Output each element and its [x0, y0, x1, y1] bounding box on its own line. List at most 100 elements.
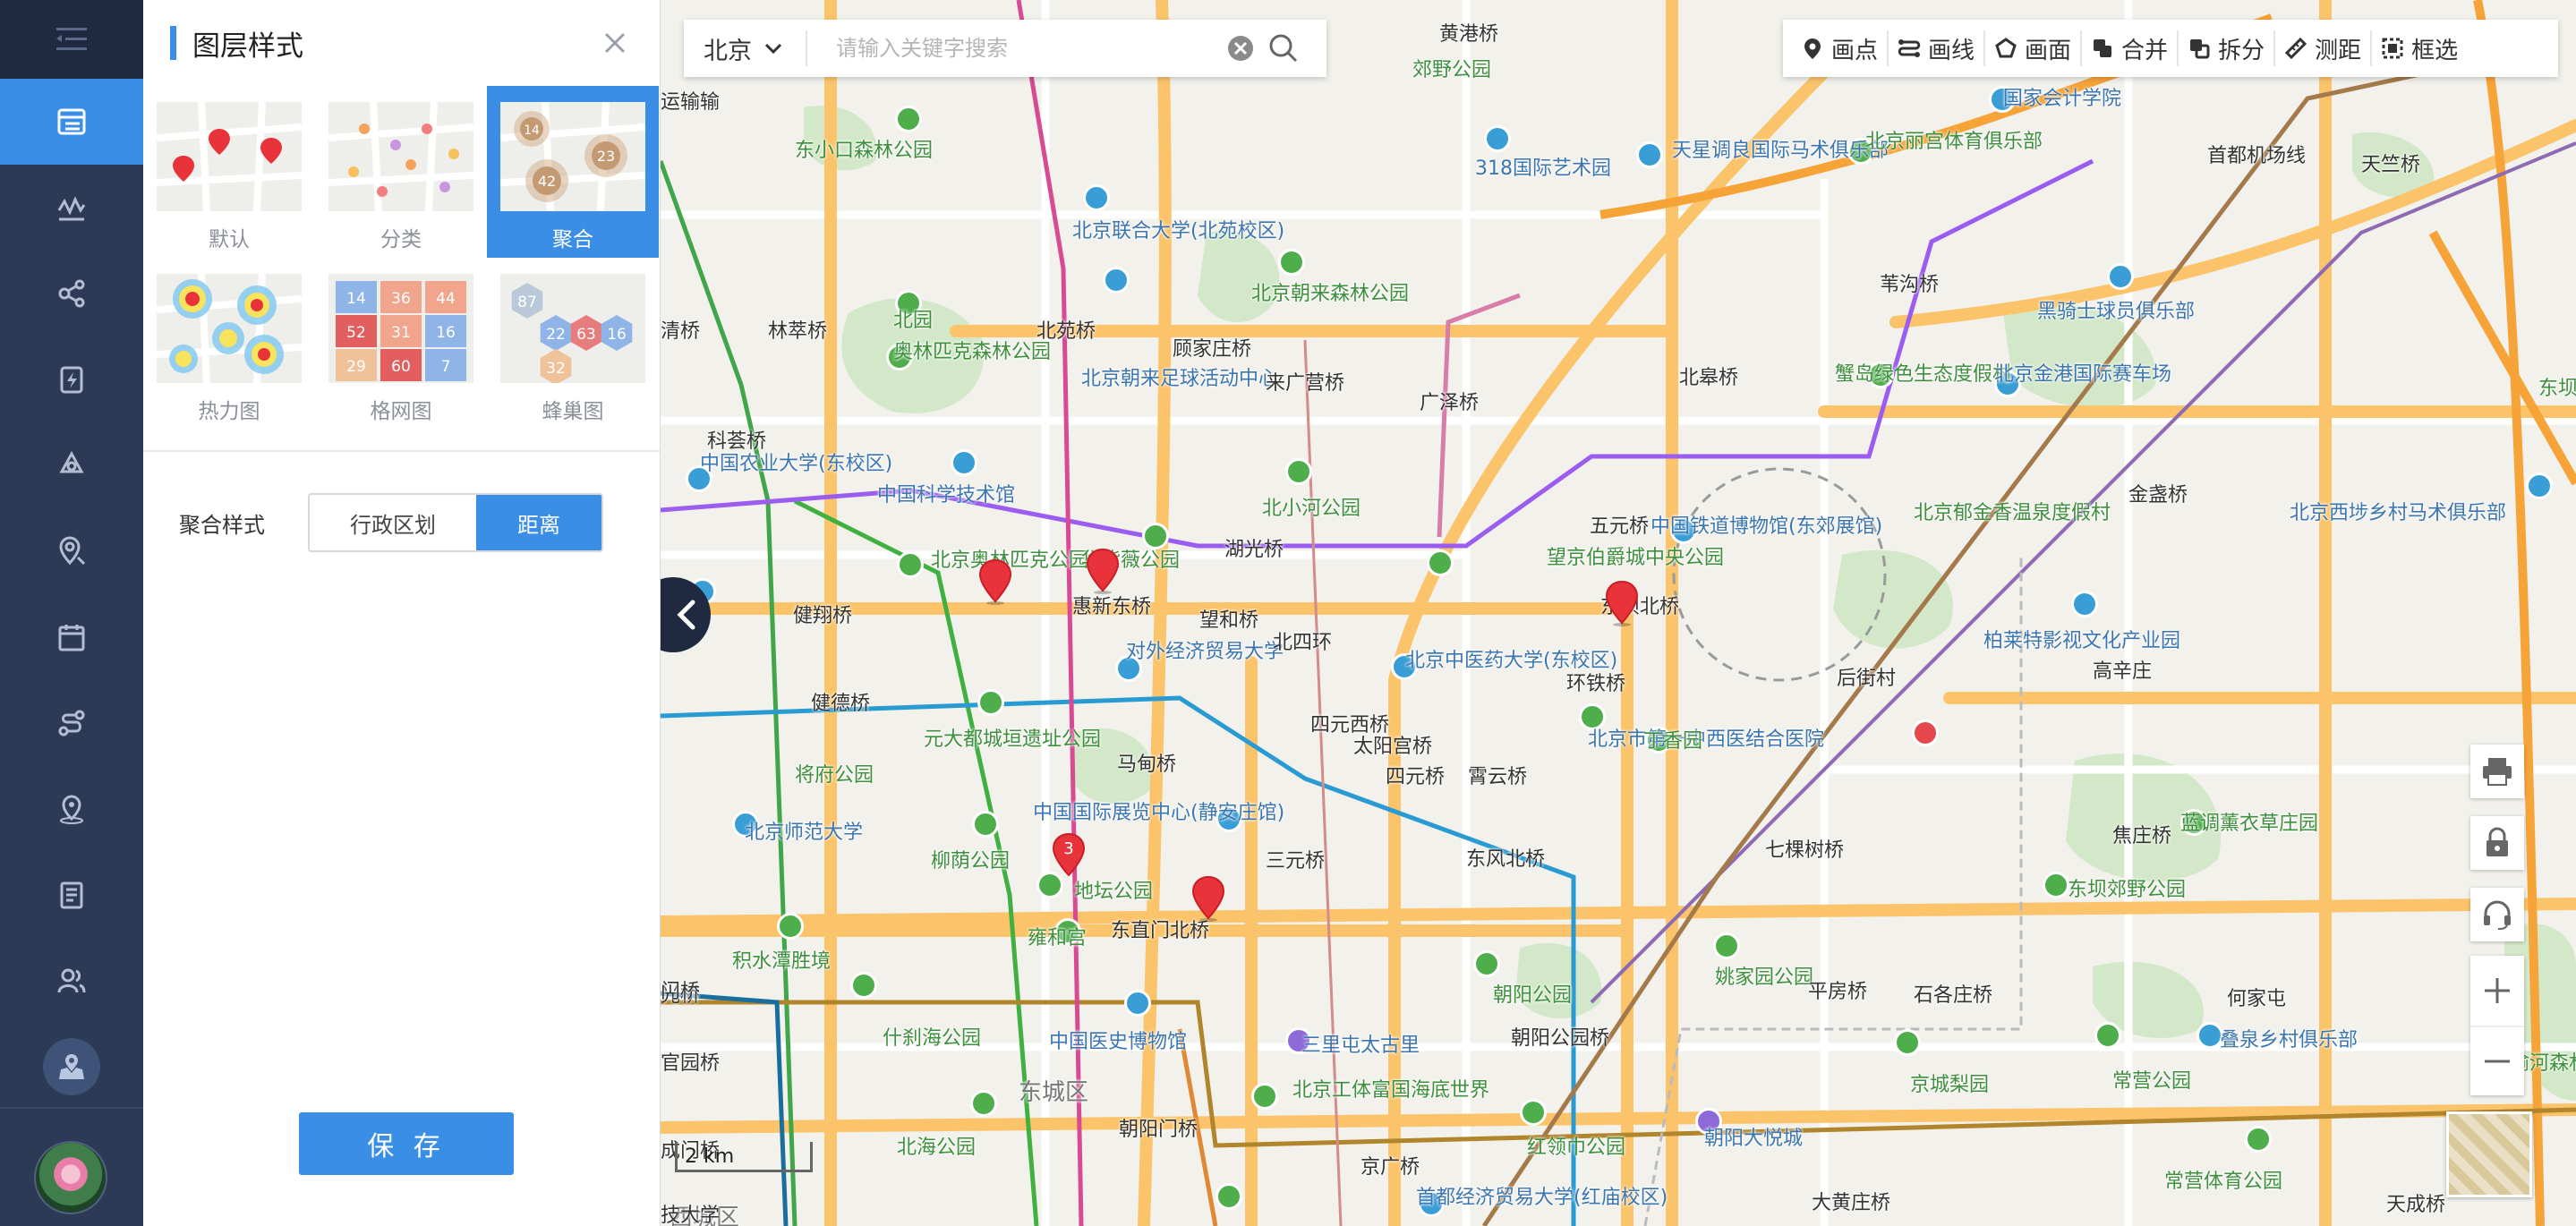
map-place-label: 官园桥 [661, 1052, 721, 1075]
style-option-label: 聚合 [552, 228, 593, 251]
map-place-label: 国家会计学院 [2003, 88, 2122, 110]
poi-park-icon [972, 811, 999, 838]
style-option-grid[interactable]: 14 36 44 52 31 16 29 60 7 格网图 [315, 258, 487, 430]
map-place-label: 清桥 [661, 320, 701, 343]
map-place-label: 七棵树桥 [1765, 839, 1845, 862]
nav-item-analysis[interactable] [0, 165, 143, 251]
map-place-label: 天成桥 [2386, 1194, 2446, 1216]
city-selector[interactable]: 北京 [684, 30, 807, 66]
zoom-in-button[interactable] [2470, 956, 2524, 1026]
grid-preview-image: 14 36 44 52 31 16 29 60 7 [328, 274, 473, 383]
nav-item-place[interactable] [0, 766, 143, 852]
style-option-label: 分类 [380, 228, 422, 251]
cluster-preview-number: 14 [524, 123, 540, 138]
search-input[interactable] [807, 21, 1219, 75]
map-place-label: 来广营桥 [1266, 372, 1345, 395]
nav-item-map-layers[interactable] [0, 1024, 143, 1110]
map-marker[interactable] [1085, 548, 1121, 594]
map-place-label: 顾家庄桥 [1173, 338, 1252, 361]
tool-draw-point[interactable]: 画点 [1792, 30, 1889, 66]
map-marker[interactable] [1604, 580, 1640, 626]
lock-button[interactable] [2470, 816, 2524, 870]
tool-draw-polygon[interactable]: 画面 [1985, 30, 2083, 66]
cluster-option-district[interactable]: 行政区划 [310, 495, 476, 550]
map-place-label: 318国际艺术园 [1475, 158, 1611, 180]
support-button[interactable] [2470, 888, 2524, 941]
battery-bolt-icon [60, 366, 83, 394]
map-place-label: 北小河公园 [1262, 498, 1361, 520]
poi-blue-icon [951, 449, 977, 476]
map-place-label: 地坛公园 [1074, 881, 1154, 903]
line-icon [1898, 39, 1921, 57]
style-option-hexbin[interactable]: 87 22 63 16 32 蜂巢图 [487, 258, 659, 430]
tool-box-select[interactable]: 框选 [2372, 30, 2467, 66]
poi-blue-icon [2107, 263, 2134, 290]
map-place-label: 东坝郊野公园 [2068, 879, 2187, 901]
map-place-label: 运输输 [661, 91, 721, 114]
category-preview-image [328, 102, 473, 211]
map-place-label: 望京伯爵城中央公园 [1547, 547, 1725, 569]
style-option-label: 热力图 [198, 400, 260, 423]
poi-park-icon [1473, 950, 1500, 977]
map-place-label: 五元桥 [1590, 515, 1650, 538]
map-place-label: 朝阳门桥 [1119, 1119, 1198, 1141]
nav-item-location-search[interactable] [0, 508, 143, 594]
map-place-label: 中国农业大学(东校区) [700, 453, 893, 475]
nav-item-recycle[interactable] [0, 422, 143, 508]
style-option-heatmap[interactable]: 热力图 [143, 258, 315, 430]
map-place-label: 北京市第一中西医结合医院 [1588, 728, 1825, 751]
cluster-style-label: 聚合样式 [179, 512, 265, 538]
tool-merge[interactable]: 合并 [2082, 30, 2179, 66]
lock-icon [2486, 827, 2508, 856]
close-icon[interactable] [597, 25, 633, 61]
search-icon[interactable] [1267, 32, 1300, 64]
grid-cell-number: 31 [391, 324, 411, 342]
map-place-label: 北京联合大学(北苑校区) [1072, 220, 1285, 243]
style-option-cluster[interactable]: 14 23 42 聚合 [487, 86, 659, 258]
tool-split[interactable]: 拆分 [2179, 30, 2276, 66]
nav-item-route[interactable] [0, 680, 143, 766]
nav-item-documents[interactable] [0, 852, 143, 938]
chevron-left-icon [677, 600, 695, 630]
nav-item-power[interactable] [0, 336, 143, 422]
poi-park-icon [897, 551, 924, 578]
map-place-label: 叠泉乡村俱乐部 [2220, 1029, 2358, 1051]
save-button[interactable]: 保 存 [299, 1112, 514, 1175]
nav-rail [0, 0, 143, 1226]
map-place-label: 北京金港国际赛车场 [1994, 363, 2172, 386]
basemap-switcher[interactable] [2446, 1111, 2532, 1197]
nav-item-layers[interactable] [0, 79, 143, 165]
map-marker[interactable] [1190, 875, 1226, 922]
hex-cell-number: 87 [517, 294, 537, 311]
nav-item-share[interactable] [0, 251, 143, 336]
map-place-label: 望和桥 [1199, 609, 1259, 632]
clear-icon[interactable] [1226, 34, 1255, 63]
nav-item-users[interactable] [0, 938, 143, 1024]
menu-toggle-button[interactable] [0, 0, 143, 79]
print-button[interactable] [2470, 745, 2524, 798]
grid-cell-number: 44 [436, 290, 456, 308]
cluster-marker-count: 3 [1063, 839, 1073, 858]
style-option-default[interactable]: 默认 [143, 86, 315, 258]
tool-draw-line[interactable]: 画线 [1889, 30, 1986, 66]
chevron-down-icon [764, 43, 782, 55]
user-avatar[interactable] [34, 1141, 107, 1214]
zoom-out-button[interactable] [2470, 1026, 2524, 1095]
cluster-style-selector: 行政区划 距离 [308, 493, 603, 552]
cluster-marker[interactable]: 3 [1051, 832, 1087, 879]
hex-cell-number: 22 [546, 326, 566, 344]
map-place-label: 柳荫公园 [931, 850, 1011, 873]
hexbin-preview-image: 87 22 63 16 32 [500, 274, 645, 383]
hexbin-preview: 87 22 63 16 32 [500, 274, 645, 383]
cluster-option-distance[interactable]: 距离 [476, 495, 601, 550]
map-place-label: 北园 [893, 310, 934, 332]
layer-style-panel: 图层样式 默认 分类 14 23 42 聚合 热力图 14 36 44 52 3… [143, 0, 661, 1226]
map-marker[interactable] [977, 558, 1013, 605]
tool-measure[interactable]: 测距 [2275, 30, 2373, 66]
poi-park-icon [2094, 1022, 2121, 1049]
poi-blue-icon [1124, 990, 1151, 1017]
nav-item-calendar[interactable] [0, 594, 143, 680]
calendar-icon [58, 625, 85, 651]
style-option-category[interactable]: 分类 [315, 86, 487, 258]
map-view[interactable]: 黄港桥 郊野公园 国家会计学院 首都机场线 天竺桥 运输输 东小口森林公园 318国际艺术园天… [661, 0, 2576, 1226]
